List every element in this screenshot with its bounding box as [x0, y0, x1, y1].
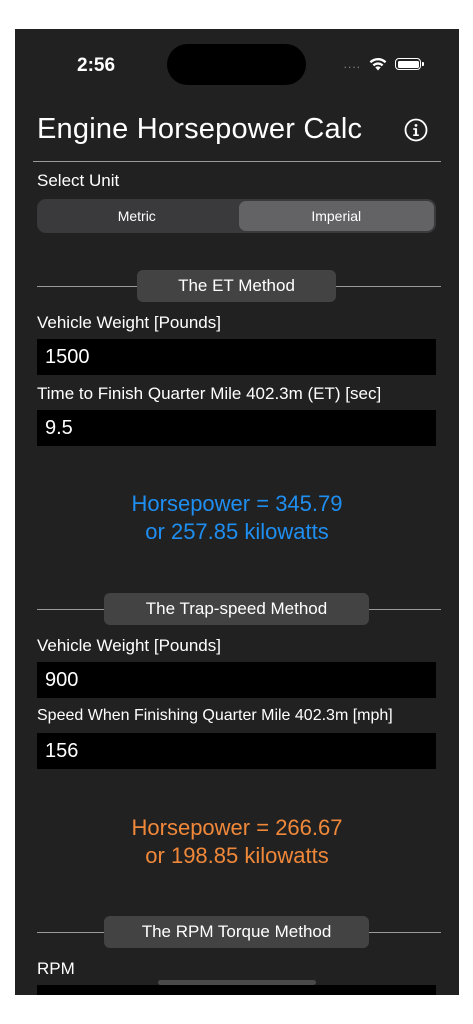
status-time: 2:56: [77, 55, 116, 76]
trap-result-horsepower: Horsepower = 266.67: [131, 815, 343, 840]
trap-weight-label: Vehicle Weight [Pounds]: [37, 636, 221, 655]
rpm-label: RPM: [37, 959, 75, 978]
dynamic-island: [167, 44, 306, 85]
info-icon[interactable]: [404, 118, 428, 142]
battery-icon: [395, 58, 424, 70]
home-indicator[interactable]: [158, 980, 316, 985]
trap-speed-input[interactable]: 156: [37, 733, 436, 769]
wifi-icon: [369, 57, 387, 71]
segment-imperial[interactable]: Imperial: [238, 201, 434, 231]
unit-segmented-control: Metric Imperial: [37, 199, 436, 233]
et-time-input[interactable]: 9.5: [37, 410, 436, 446]
et-result-kilowatts: or 257.85 kilowatts: [145, 519, 329, 544]
select-unit-label: Select Unit: [37, 171, 120, 190]
rpm-input[interactable]: [37, 985, 436, 995]
et-method-title: The ET Method: [137, 270, 336, 302]
trap-method-title: The Trap-speed Method: [104, 593, 369, 625]
segment-metric[interactable]: Metric: [39, 201, 235, 231]
rpm-method-title: The RPM Torque Method: [104, 916, 369, 948]
signal-dots: ....: [343, 57, 361, 71]
page-title: Engine Horsepower Calc: [37, 113, 363, 145]
trap-speed-label: Speed When Finishing Quarter Mile 402.3m…: [37, 707, 393, 724]
et-weight-input[interactable]: 1500: [37, 339, 436, 375]
status-icons: ....: [343, 57, 424, 71]
et-time-label: Time to Finish Quarter Mile 402.3m (ET) …: [37, 384, 382, 403]
app-screen: 2:56 .... Engine Horsepower Calc Select …: [15, 29, 459, 995]
et-result-horsepower: Horsepower = 345.79: [131, 491, 343, 516]
et-weight-label: Vehicle Weight [Pounds]: [37, 313, 221, 332]
trap-weight-input[interactable]: 900: [37, 662, 436, 698]
trap-result-kilowatts: or 198.85 kilowatts: [145, 843, 329, 868]
header-divider: [33, 161, 441, 162]
